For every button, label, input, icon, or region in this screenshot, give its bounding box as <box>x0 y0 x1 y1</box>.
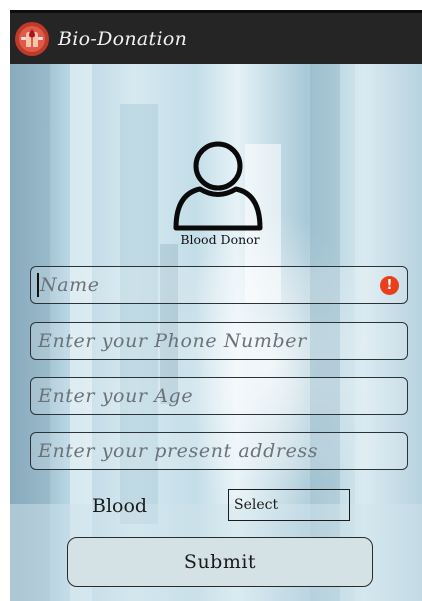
address-input[interactable]: Enter your present address <box>30 432 408 470</box>
age-input[interactable]: Enter your Age <box>30 377 408 415</box>
app-title: Bio-Donation <box>58 27 188 50</box>
age-placeholder: Enter your Age <box>38 385 194 407</box>
user-outline-icon <box>173 141 263 231</box>
profile-label: Blood Donor <box>180 232 260 247</box>
phone-placeholder: Enter your Phone Number <box>38 330 307 352</box>
app-bar: Bio-Donation <box>10 10 422 64</box>
exclamation-icon[interactable]: ! <box>380 276 399 295</box>
blood-group-label: Blood <box>92 495 148 517</box>
blood-group-select[interactable]: Select <box>228 489 350 521</box>
phone-input[interactable]: Enter your Phone Number <box>30 322 408 360</box>
text-cursor <box>37 273 39 297</box>
app-screen: Bio-Donation Blood Donor Name ! Enter yo… <box>10 10 422 601</box>
form-container: Blood Donor Name ! Enter your Phone Numb… <box>10 64 422 601</box>
name-placeholder: Name <box>40 274 100 296</box>
name-input[interactable]: Name ! <box>30 266 408 304</box>
submit-button[interactable]: Submit <box>67 537 373 587</box>
blood-group-select-value: Select <box>234 497 279 513</box>
address-placeholder: Enter your present address <box>38 440 319 462</box>
blood-donation-logo-icon <box>15 21 49 56</box>
